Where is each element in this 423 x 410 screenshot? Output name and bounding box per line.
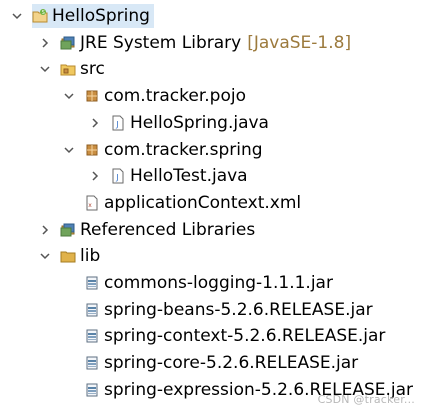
tree-item-label: spring-context-5.2.6.RELEASE.jar xyxy=(104,326,386,347)
tree-item-content[interactable]: spring-core-5.2.6.RELEASE.jar xyxy=(84,351,362,375)
tree-row[interactable]: spring-beans-5.2.6.RELEASE.jar xyxy=(0,297,377,323)
chevron-right-icon[interactable] xyxy=(88,169,102,183)
tree-row[interactable]: J HelloSpring.java xyxy=(0,110,273,136)
tree-row[interactable]: src xyxy=(0,56,109,82)
svg-text:x: x xyxy=(88,202,92,209)
jar-file-icon xyxy=(84,355,100,371)
tree-row[interactable]: commons-logging-1.1.1.jar xyxy=(0,270,337,296)
tree-row[interactable]: x applicationContext.xml xyxy=(0,190,305,216)
svg-text:J: J xyxy=(115,173,118,182)
tree-row[interactable]: spring-core-5.2.6.RELEASE.jar xyxy=(0,350,362,376)
tree-item-content[interactable]: x applicationContext.xml xyxy=(84,191,305,215)
tree-row[interactable]: com.tracker.spring xyxy=(0,137,267,163)
jar-file-icon xyxy=(84,275,100,291)
tree-row-selected[interactable]: S HelloSpring xyxy=(0,3,154,29)
java-file-icon: J xyxy=(110,115,126,131)
tree-item-label: commons-logging-1.1.1.jar xyxy=(104,273,333,293)
tree-item-label: HelloTest.java xyxy=(130,166,248,187)
tree-item-content[interactable]: spring-context-5.2.6.RELEASE.jar xyxy=(84,324,389,348)
java-file-icon: J xyxy=(110,168,126,184)
tree-item-content[interactable]: J HelloTest.java xyxy=(110,164,252,188)
tree-row[interactable]: spring-context-5.2.6.RELEASE.jar xyxy=(0,323,389,349)
package-icon xyxy=(84,142,100,158)
tree-item-label: applicationContext.xml xyxy=(104,192,302,213)
toggle-placeholder xyxy=(62,276,76,290)
chevron-down-icon[interactable] xyxy=(38,249,52,263)
tree-item-label: com.tracker.spring xyxy=(104,139,263,160)
tree-item-content[interactable]: S HelloSpring xyxy=(32,4,154,28)
xml-file-icon: x xyxy=(84,195,100,211)
library-icon xyxy=(60,35,76,51)
jar-file-icon xyxy=(84,382,100,398)
library-icon xyxy=(60,222,76,238)
tree-item-content[interactable]: com.tracker.pojo xyxy=(84,84,250,108)
tree-item-label: com.tracker.pojo xyxy=(104,86,246,107)
chevron-right-icon[interactable] xyxy=(38,223,52,237)
tree-item-label: HelloSpring xyxy=(52,6,150,26)
tree-row[interactable]: J HelloTest.java xyxy=(0,163,252,189)
tree-item-label: JRE System Library xyxy=(80,32,242,53)
toggle-placeholder xyxy=(62,383,76,397)
tree-item-content[interactable]: src xyxy=(60,57,109,81)
spring-project-icon: S xyxy=(32,8,48,24)
toggle-placeholder xyxy=(62,303,76,317)
tree-item-label: spring-beans-5.2.6.RELEASE.jar xyxy=(104,299,373,320)
tree-item-content[interactable]: spring-beans-5.2.6.RELEASE.jar xyxy=(84,298,377,322)
toggle-placeholder xyxy=(62,329,76,343)
chevron-down-icon[interactable] xyxy=(62,143,76,157)
tree-item-content[interactable]: com.tracker.spring xyxy=(84,138,267,162)
chevron-right-icon[interactable] xyxy=(88,116,102,130)
tree-item-label: HelloSpring.java xyxy=(130,112,269,133)
jar-file-icon xyxy=(84,302,100,318)
tree-item-content[interactable]: commons-logging-1.1.1.jar xyxy=(84,271,337,295)
tree-row[interactable]: Referenced Libraries xyxy=(0,217,259,243)
svg-text:J: J xyxy=(115,120,118,129)
chevron-down-icon[interactable] xyxy=(10,9,24,23)
tree-item-label: spring-core-5.2.6.RELEASE.jar xyxy=(104,353,359,374)
watermark: CSDN @tracker... xyxy=(317,393,415,406)
tree-item-content[interactable]: J HelloSpring.java xyxy=(110,111,273,135)
chevron-down-icon[interactable] xyxy=(38,62,52,76)
tree-item-content[interactable]: Referenced Libraries xyxy=(60,218,259,242)
svg-text:S: S xyxy=(42,10,45,16)
library-version-label: [JavaSE-1.8] xyxy=(247,32,352,53)
tree-item-label: lib xyxy=(80,246,101,267)
folder-icon xyxy=(60,248,76,264)
tree-item-content[interactable]: JRE System Library [JavaSE-1.8] xyxy=(60,31,355,55)
tree-row[interactable]: lib xyxy=(0,243,104,269)
package-icon xyxy=(84,88,100,104)
toggle-placeholder xyxy=(62,356,76,370)
tree-item-content[interactable]: lib xyxy=(60,244,104,268)
tree-row[interactable]: JRE System Library [JavaSE-1.8] xyxy=(0,30,355,56)
chevron-right-icon[interactable] xyxy=(38,36,52,50)
tree-item-label: src xyxy=(80,59,105,80)
toggle-placeholder xyxy=(62,196,76,210)
tree-item-label: Referenced Libraries xyxy=(80,219,256,240)
source-folder-icon xyxy=(60,61,76,77)
jar-file-icon xyxy=(84,328,100,344)
project-explorer-tree: S HelloSpring JRE System Library [JavaSE-… xyxy=(0,0,423,410)
chevron-down-icon[interactable] xyxy=(62,89,76,103)
tree-row[interactable]: com.tracker.pojo xyxy=(0,83,250,109)
